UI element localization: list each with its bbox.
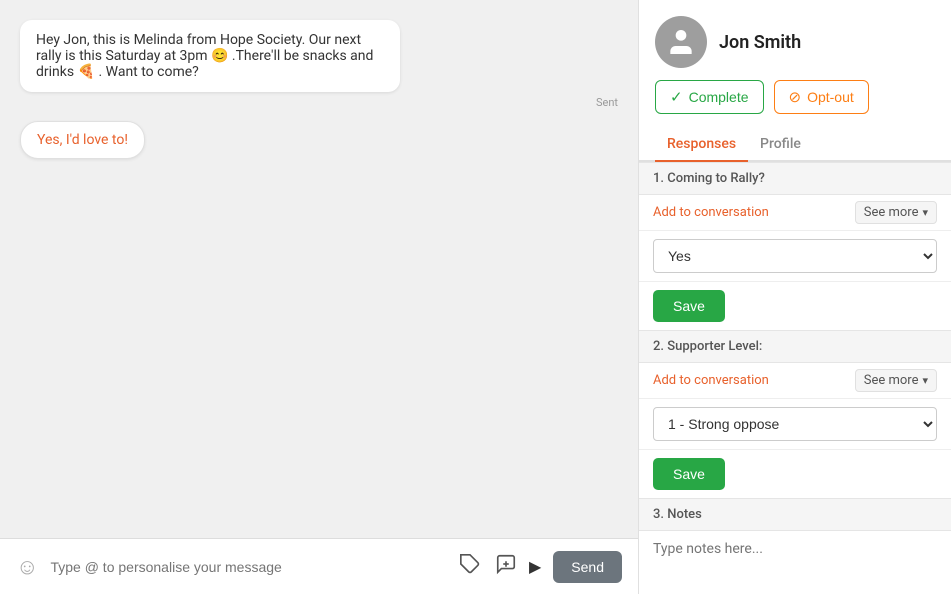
tag-icon <box>459 553 481 575</box>
outgoing-message-text: Hey Jon, this is Melinda from Hope Socie… <box>36 32 373 80</box>
section2-see-more-text: See more <box>864 373 919 388</box>
section2-label: 2. Supporter Level: <box>653 339 762 354</box>
responses-content: 1. Coming to Rally? Add to conversation … <box>639 162 951 594</box>
action-buttons: ✓ Complete ⊘ Opt-out <box>639 80 951 128</box>
outgoing-message-container: Hey Jon, this is Melinda from Hope Socie… <box>20 20 618 109</box>
chevron-down-icon-2: ▾ <box>922 374 928 387</box>
tag-icon-button[interactable] <box>457 551 483 582</box>
complete-label: Complete <box>689 89 749 105</box>
section3-label: 3. Notes <box>653 507 702 522</box>
avatar <box>655 16 707 68</box>
section2-add-to-conv-link[interactable]: Add to conversation <box>653 373 769 388</box>
tab-responses[interactable]: Responses <box>655 128 748 162</box>
section1-see-more-link[interactable]: See more ▾ <box>855 201 937 224</box>
contact-header: Jon Smith <box>639 0 951 80</box>
section1-label: 1. Coming to Rally? <box>653 171 765 186</box>
cursor-indicator: ▶ <box>529 557 541 576</box>
tab-bar: Responses Profile <box>639 128 951 162</box>
contact-name: Jon Smith <box>719 32 801 53</box>
add-message-icon <box>495 553 517 575</box>
incoming-message-bubble: Yes, I'd love to! <box>20 121 145 159</box>
section2-see-more-link[interactable]: See more ▾ <box>855 369 937 392</box>
section2-actions: Add to conversation See more ▾ <box>639 363 951 399</box>
avatar-icon <box>665 26 697 58</box>
send-button[interactable]: Send <box>553 551 622 583</box>
optout-button[interactable]: ⊘ Opt-out <box>774 80 869 114</box>
emoji-icon[interactable]: ☺ <box>16 554 38 580</box>
tab-profile[interactable]: Profile <box>748 128 813 162</box>
section3-bar: 3. Notes <box>639 498 951 531</box>
section1-see-more-text: See more <box>864 205 919 220</box>
incoming-message-text: Yes, I'd love to! <box>37 132 128 148</box>
complete-button[interactable]: ✓ Complete <box>655 80 764 114</box>
section2-save-button[interactable]: Save <box>653 458 725 490</box>
add-message-icon-button[interactable] <box>493 551 519 582</box>
section1-add-to-conv-link[interactable]: Add to conversation <box>653 205 769 220</box>
optout-label: Opt-out <box>807 89 854 105</box>
complete-check-icon: ✓ <box>670 88 683 106</box>
section1-select-row: Yes No Maybe <box>639 231 951 282</box>
chat-messages: Hey Jon, this is Melinda from Hope Socie… <box>0 0 638 538</box>
chat-panel: Hey Jon, this is Melinda from Hope Socie… <box>0 0 638 594</box>
chevron-down-icon: ▾ <box>922 206 928 219</box>
section1-actions: Add to conversation See more ▾ <box>639 195 951 231</box>
section1-bar: 1. Coming to Rally? <box>639 162 951 195</box>
chat-input-area: ☺ ▶ Send <box>0 538 638 594</box>
section1-select[interactable]: Yes No Maybe <box>653 239 937 273</box>
optout-icon: ⊘ <box>789 88 802 106</box>
section2-select-row: 1 - Strong oppose 2 - Oppose 3 - Neutral… <box>639 399 951 450</box>
section2-select[interactable]: 1 - Strong oppose 2 - Oppose 3 - Neutral… <box>653 407 937 441</box>
section2-bar: 2. Supporter Level: <box>639 330 951 363</box>
notes-textarea[interactable] <box>639 531 951 591</box>
sent-label: Sent <box>20 96 618 109</box>
chat-input-icons: ▶ <box>457 551 541 582</box>
section1-save-button[interactable]: Save <box>653 290 725 322</box>
right-panel: Jon Smith ✓ Complete ⊘ Opt-out Responses… <box>638 0 951 594</box>
chat-input[interactable] <box>50 559 445 575</box>
outgoing-message-bubble: Hey Jon, this is Melinda from Hope Socie… <box>20 20 400 92</box>
